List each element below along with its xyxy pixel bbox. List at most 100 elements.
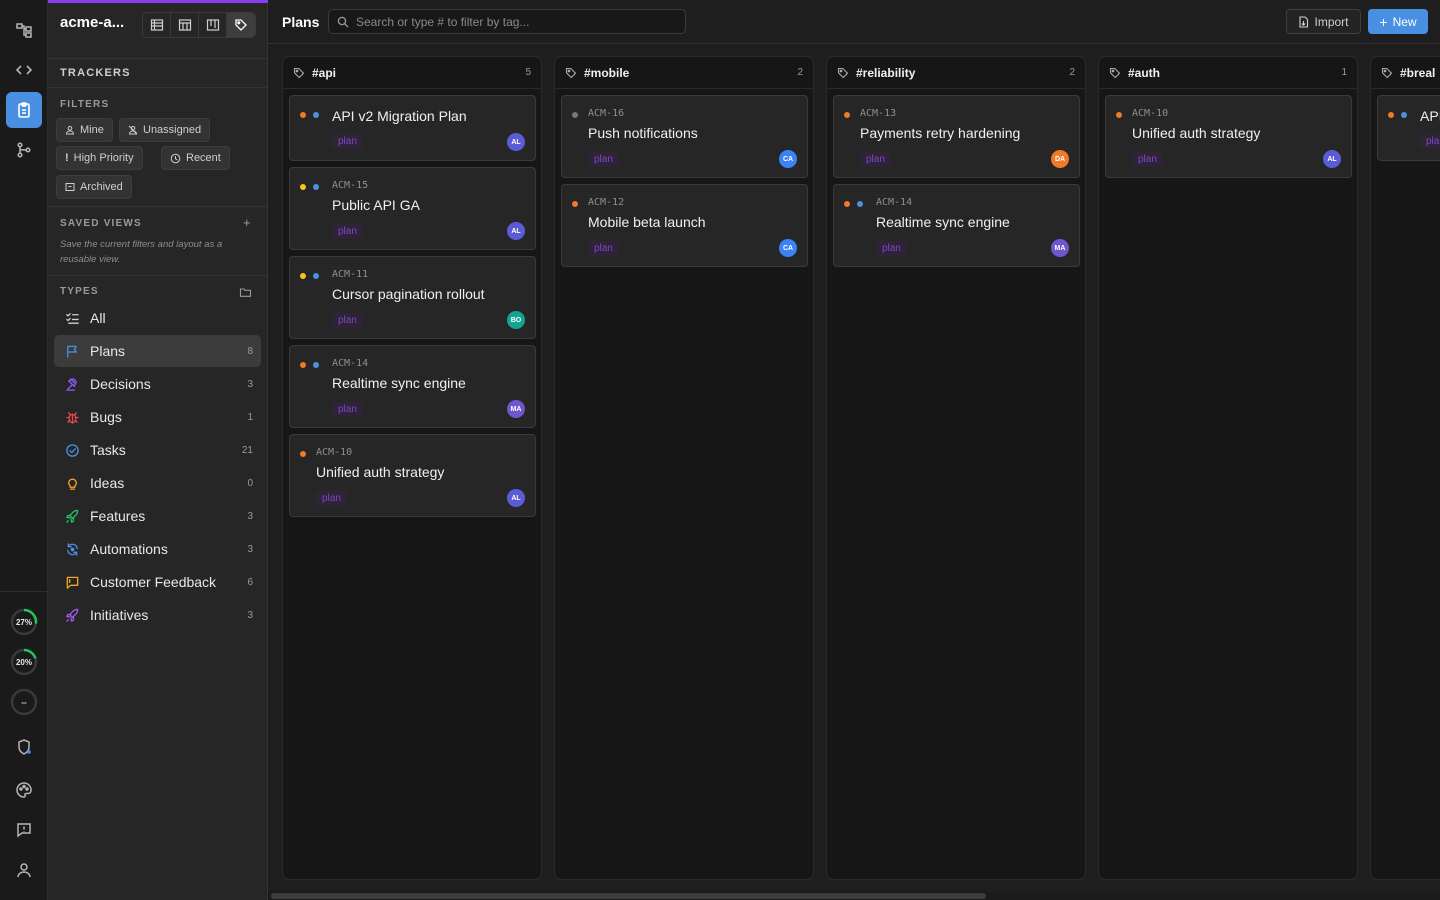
issue-card[interactable]: API v2 Migration Plan plan AL [289,95,536,161]
trackers-heading[interactable]: TRACKERS [60,67,131,79]
column-header[interactable]: #mobile 2 [555,57,813,89]
table-view-icon[interactable] [171,13,199,37]
type-tag[interactable]: plan [588,152,619,167]
issue-card[interactable]: ACM-12 Mobile beta launch plan CA [561,184,808,267]
column-header[interactable]: #auth 1 [1099,57,1357,89]
type-tag[interactable]: plan [332,402,363,417]
issue-card[interactable]: ACM-15 Public API GA plan AL [289,167,536,250]
search-input[interactable] [356,14,676,29]
progress-ring[interactable]: -- [9,687,39,717]
status-dots [300,273,319,279]
user-icon [65,126,75,135]
avatar[interactable]: MA [507,400,525,418]
add-saved-view-button[interactable]: + [243,215,251,230]
column-header[interactable]: #api 5 [283,57,541,89]
column-header[interactable]: #reliability 2 [827,57,1085,89]
filter-chip-unassigned[interactable]: Unassigned [119,118,211,142]
status-dot [313,184,319,190]
filter-chip-archived[interactable]: Archived [56,175,132,199]
issue-card[interactable]: ACM-10 Unified auth strategy plan AL [289,434,536,517]
type-item-ideas[interactable]: Ideas 0 [54,467,261,499]
type-tag[interactable]: plan [332,313,363,328]
user-icon[interactable] [6,852,42,888]
shield-icon[interactable] [6,729,42,765]
issue-card[interactable]: ACM-13 Payments retry hardening plan DA [833,95,1080,178]
type-tag[interactable]: pla [1420,134,1440,149]
import-button[interactable]: Import [1286,9,1361,34]
type-tag[interactable]: plan [1132,152,1163,167]
avatar[interactable]: DA [1051,150,1069,168]
list-check-icon [64,310,80,326]
type-item-customer-feedback[interactable]: Customer Feedback 6 [54,566,261,598]
branch-icon[interactable] [6,132,42,168]
tag-view-icon[interactable] [227,13,255,37]
type-tag[interactable]: plan [332,134,363,149]
horizontal-scrollbar[interactable] [268,891,1440,900]
filter-chip-label: Recent [186,152,221,164]
column-count: 5 [525,67,531,78]
issue-title: API [1420,108,1440,124]
board-column: #reliability 2 ACM-13 Payments retry harden… [826,56,1086,880]
issue-id: ACM-13 [860,108,897,119]
code-icon[interactable] [6,52,42,88]
avatar[interactable]: BO [507,311,525,329]
scrollbar-thumb[interactable] [271,893,986,899]
type-tag[interactable]: plan [860,152,891,167]
type-tag[interactable]: plan [876,241,907,256]
top-bar: Plans Import + New [268,0,1440,44]
check-circle-icon [64,442,80,458]
column-header[interactable]: #breal [1371,57,1440,89]
filter-chip-high-priority[interactable]: ! High Priority [56,146,143,170]
type-label: Ideas [90,475,125,491]
clipboard-icon[interactable] [6,92,42,128]
issue-id: ACM-12 [588,197,625,208]
board-view-icon[interactable] [199,13,227,37]
issue-card[interactable]: ACM-10 Unified auth strategy plan AL [1105,95,1352,178]
workspace-name[interactable]: acme-a... [60,14,124,31]
gavel-icon [64,376,80,392]
hierarchy-icon[interactable] [6,12,42,48]
avatar[interactable]: AL [507,489,525,507]
issue-title: Realtime sync engine [876,214,1010,230]
bug-icon [64,409,80,425]
search-box[interactable] [328,9,686,34]
type-item-features[interactable]: Features 3 [54,500,261,532]
priority-dot [1116,112,1122,118]
type-item-bugs[interactable]: Bugs 1 [54,401,261,433]
type-tag[interactable]: plan [316,491,347,506]
issue-card[interactable]: ACM-14 Realtime sync engine plan MA [833,184,1080,267]
type-item-plans[interactable]: Plans 8 [54,335,261,367]
status-dots [1388,112,1407,118]
filter-chip-mine[interactable]: Mine [56,118,113,142]
type-count: 21 [241,444,253,456]
type-item-decisions[interactable]: Decisions 3 [54,368,261,400]
type-count: 3 [247,378,253,390]
progress-ring[interactable]: 27% [9,607,39,637]
type-tag[interactable]: plan [332,224,363,239]
filter-chip-recent[interactable]: Recent [161,146,230,170]
new-button[interactable]: + New [1368,9,1428,34]
issue-card[interactable]: ACM-14 Realtime sync engine plan MA [289,345,536,428]
list-view-icon[interactable] [143,13,171,37]
issue-card[interactable]: ACM-11 Cursor pagination rollout plan BO [289,256,536,339]
avatar[interactable]: AL [507,222,525,240]
type-item-tasks[interactable]: Tasks 21 [54,434,261,466]
avatar[interactable]: AL [1323,150,1341,168]
type-tag[interactable]: plan [588,241,619,256]
type-item-initiatives[interactable]: Initiatives 3 [54,599,261,631]
avatar[interactable]: CA [779,239,797,257]
status-dot [313,273,319,279]
avatar[interactable]: CA [779,150,797,168]
issue-card[interactable]: ACM-16 Push notifications plan CA [561,95,808,178]
avatar[interactable]: AL [507,133,525,151]
issue-card[interactable]: API pla [1377,95,1440,161]
avatar[interactable]: MA [1051,239,1069,257]
feedback-icon[interactable] [6,812,42,848]
filter-chip-label: Archived [80,181,123,193]
type-item-all[interactable]: All [54,302,261,334]
folder-icon[interactable] [239,286,252,302]
palette-icon[interactable] [6,772,42,808]
progress-ring[interactable]: 20% [9,647,39,677]
status-dots [844,201,863,207]
type-item-automations[interactable]: Automations 3 [54,533,261,565]
